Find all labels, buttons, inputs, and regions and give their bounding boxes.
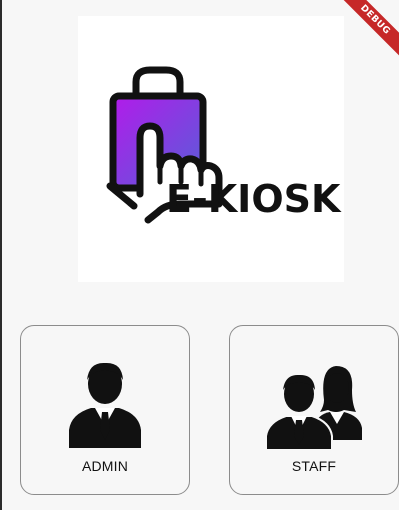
admin-label: ADMIN — [81, 458, 129, 474]
staff-button[interactable]: STAFF — [229, 325, 399, 495]
app-screen: DEBUG E-KIOSK ADMIN STAFF — [0, 0, 399, 510]
logo-text: E-KIOSK — [166, 177, 342, 221]
e-kiosk-logo-icon: E-KIOSK — [106, 66, 342, 224]
app-logo: E-KIOSK — [78, 16, 344, 282]
staff-label: STAFF — [291, 458, 337, 474]
businessman-icon — [21, 350, 189, 450]
admin-button[interactable]: ADMIN — [20, 325, 190, 495]
staff-group-icon — [230, 350, 398, 450]
